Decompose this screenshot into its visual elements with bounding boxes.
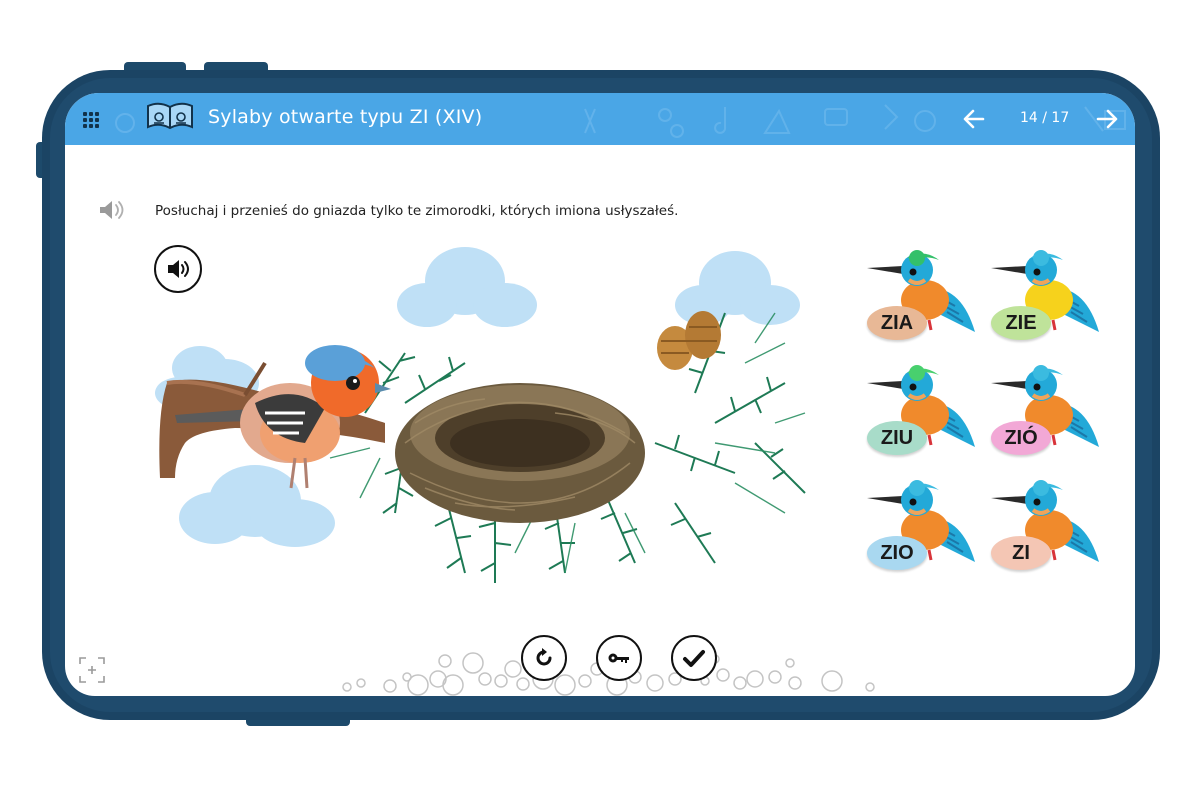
kingfisher-card[interactable]: ZIO [867,478,977,573]
kingfisher-card[interactable]: ZIU [867,363,977,458]
grid-menu-icon[interactable] [83,112,99,128]
open-book-icon [147,102,193,130]
kingfisher-card[interactable]: ZIE [991,248,1101,343]
page-counter: 14 / 17 [1020,110,1070,126]
kingfisher-card[interactable]: ZIÓ [991,363,1101,458]
cloud-right [675,251,800,325]
key-icon [608,653,629,663]
header-bar: Sylaby otwarte typu ZI (XIV) 14 / 17 [65,93,1135,145]
nest [395,383,645,523]
speaker-icon [168,260,189,278]
kingfisher-label: ZIÓ [991,421,1051,455]
arrow-left-icon[interactable] [962,107,986,131]
kingfisher-label: ZIA [867,306,927,340]
kingfisher-label: ZIO [867,536,927,570]
arrow-right-icon[interactable] [1095,107,1119,131]
kingfisher-card[interactable]: ZIA [867,248,977,343]
kingfisher-label: ZIE [991,306,1051,340]
app-screen: Sylaby otwarte typu ZI (XIV) 14 / 17 Pos… [65,93,1135,696]
instruction-speaker-icon[interactable] [98,199,124,221]
fullscreen-icon[interactable] [78,656,106,684]
reset-button[interactable] [521,635,567,681]
instruction-text: Posłuchaj i przenieś do gniazda tylko te… [155,203,679,219]
page-title: Sylaby otwarte typu ZI (XIV) [208,106,483,128]
check-button[interactable] [671,635,717,681]
check-icon [683,650,705,667]
kingfisher-card[interactable]: ZI [991,478,1101,573]
cloud-top-middle [397,247,537,327]
cloud-bottom-left [179,465,335,547]
reset-icon [536,648,552,666]
nest-scene-illustration [155,247,806,583]
kingfisher-label: ZI [991,536,1051,570]
kingfisher-label: ZIU [867,421,927,455]
play-audio-button[interactable] [154,245,202,293]
show-answer-button[interactable] [596,635,642,681]
